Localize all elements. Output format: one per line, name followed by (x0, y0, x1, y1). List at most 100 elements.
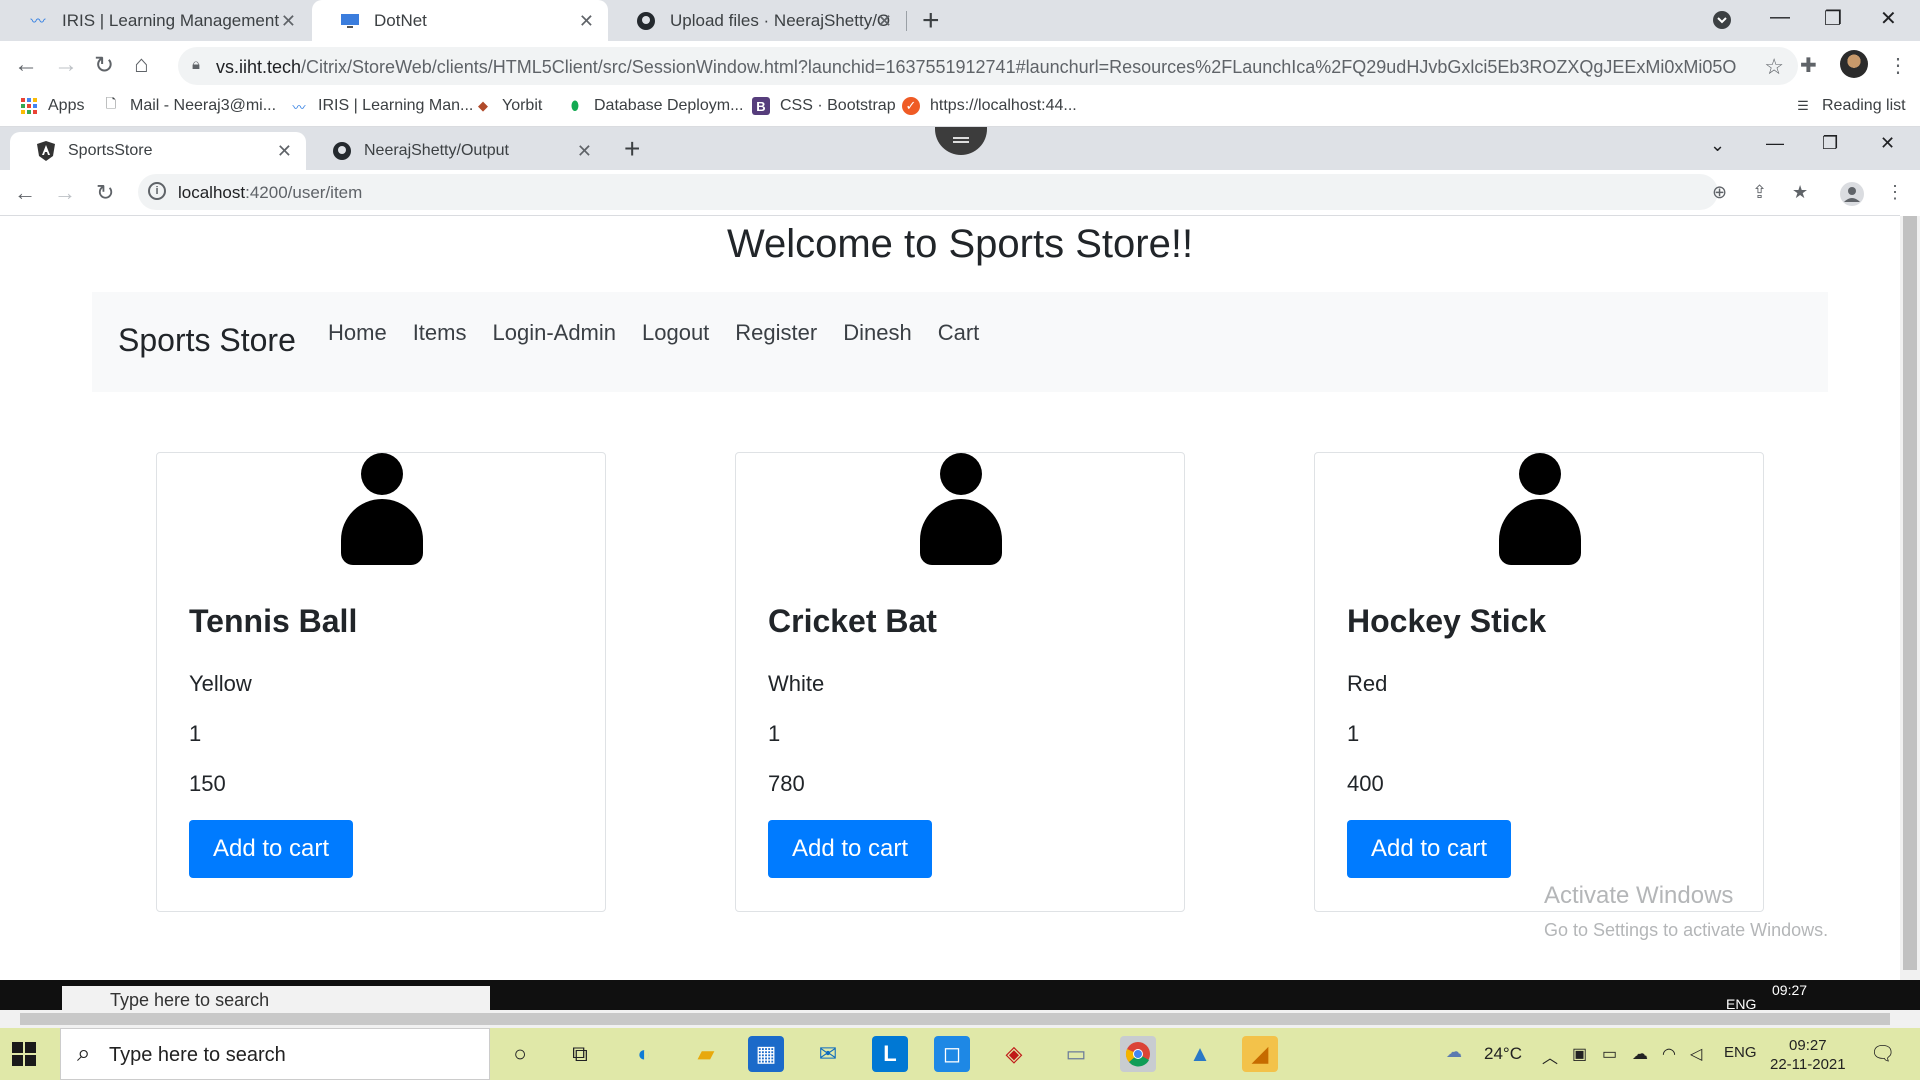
chevron-down-icon[interactable]: ⌄ (1710, 135, 1725, 156)
volume-icon[interactable]: ◁ (1690, 1044, 1702, 1064)
chevron-up-icon[interactable]: ︿ (1542, 1044, 1558, 1068)
network-icon[interactable]: ▣ (1572, 1044, 1587, 1064)
store-icon[interactable]: ▦ (748, 1036, 784, 1072)
outer-tab-dotnet[interactable]: DotNet ✕ (312, 0, 608, 41)
weather-temp[interactable]: 24°C (1484, 1044, 1522, 1064)
cortana-icon[interactable]: ○ (502, 1036, 538, 1072)
bookmark-mail[interactable]: 🗋 Mail - Neeraj3@mi... (102, 96, 276, 115)
inner-address-bar[interactable]: i localhost:4200/user/item (138, 174, 1718, 210)
bookmark-localhost[interactable]: ✓ https://localhost:44... (902, 97, 1077, 115)
forward-arrow-icon[interactable]: → (54, 180, 76, 206)
home-icon[interactable]: ⌂ (134, 51, 149, 79)
clock[interactable]: 09:27 22-11-2021 (1770, 1036, 1846, 1074)
outer-address-bar[interactable]: 🔒︎ vs.iiht.tech/Citrix/StoreWeb/clients/… (178, 47, 1798, 85)
remote-search-box[interactable]: Type here to search (62, 986, 490, 1010)
reload-icon[interactable]: ↻ (94, 51, 114, 80)
add-to-cart-button[interactable]: Add to cart (768, 820, 932, 878)
close-icon[interactable]: ✕ (577, 141, 592, 162)
citrix-workspace-icon[interactable]: ◢ (1242, 1036, 1278, 1072)
activate-windows-title: Activate Windows (1544, 882, 1734, 909)
bookmark-bootstrap[interactable]: B CSS · Bootstrap (752, 97, 896, 115)
share-icon[interactable]: ⇪ (1752, 182, 1767, 203)
bookmark-star-icon[interactable]: ★ (1792, 182, 1808, 203)
outer-tab-iris[interactable]: 〰 IRIS | Learning Management Syst ✕ (0, 0, 310, 41)
edge-icon[interactable]: ◐ (626, 1036, 662, 1072)
nav-login-admin[interactable]: Login-Admin (492, 320, 616, 346)
product-name: Cricket Bat (768, 603, 937, 639)
outer-tab-github[interactable]: Upload files · NeerajShetty/Outp ✕ (608, 0, 906, 41)
inner-url[interactable]: localhost:4200/user/item (178, 183, 362, 203)
new-tab-button[interactable]: + (922, 4, 940, 38)
taskbar-search[interactable]: ⌕ Type here to search (60, 1028, 490, 1080)
windows-start-icon[interactable] (12, 1042, 36, 1066)
remote-desktop-icon[interactable]: ▭ (1058, 1036, 1094, 1072)
minimize-icon[interactable]: — (1770, 6, 1790, 29)
photos-icon[interactable]: ▲ (1182, 1036, 1218, 1072)
nav-home[interactable]: Home (328, 320, 387, 346)
minimize-icon[interactable]: — (1766, 133, 1784, 154)
new-tab-button[interactable]: + (624, 133, 640, 165)
lync-icon[interactable]: L (872, 1036, 908, 1072)
chrome-icon[interactable] (1120, 1036, 1156, 1072)
close-window-icon[interactable]: ✕ (1880, 133, 1895, 154)
scroll-thumb[interactable] (20, 1013, 1890, 1025)
profile-icon[interactable] (1840, 182, 1864, 211)
menu-dots-icon[interactable]: ⋮ (1886, 182, 1904, 203)
bookmark-star-icon[interactable]: ☆ (1764, 54, 1784, 80)
reload-icon[interactable]: ↻ (96, 180, 114, 206)
product-price: 780 (768, 771, 805, 796)
extensions-icon[interactable]: ✚ (1800, 53, 1817, 78)
nav-cart[interactable]: Cart (938, 320, 980, 346)
tab-search-icon[interactable] (1712, 10, 1732, 36)
zoom-icon[interactable]: ⊕ (1712, 182, 1727, 203)
add-to-cart-button[interactable]: Add to cart (189, 820, 353, 878)
nav-user[interactable]: Dinesh (843, 320, 911, 346)
forward-arrow-icon[interactable]: → (54, 51, 78, 79)
close-window-icon[interactable]: ✕ (1880, 6, 1897, 31)
file-explorer-icon[interactable]: ▰ (688, 1036, 724, 1072)
nav-register[interactable]: Register (735, 320, 817, 346)
avatar[interactable] (1840, 50, 1868, 78)
close-icon[interactable]: ✕ (877, 11, 892, 32)
clock-time: 09:27 (1789, 1037, 1827, 1054)
menu-dots-icon[interactable]: ⋮ (1888, 53, 1908, 78)
battery-icon[interactable]: ▭ (1602, 1044, 1617, 1064)
outer-url[interactable]: vs.iiht.tech/Citrix/StoreWeb/clients/HTM… (216, 57, 1736, 78)
bookmark-database[interactable]: ⬮ Database Deploym... (566, 97, 744, 115)
onedrive-icon[interactable]: ☁ (1632, 1044, 1648, 1064)
mcafee-icon[interactable]: ◈ (996, 1036, 1032, 1072)
weather-icon[interactable]: ☁ (1446, 1042, 1462, 1062)
bootstrap-icon: B (752, 97, 770, 115)
bookmark-apps[interactable]: Apps (20, 97, 84, 115)
language-indicator[interactable]: ENG (1724, 1044, 1757, 1061)
vertical-scrollbar[interactable]: ▼ (1900, 216, 1920, 1000)
remote-language: ENG (1726, 996, 1757, 1010)
product-name: Tennis Ball (189, 603, 358, 639)
task-view-icon[interactable]: ⧉ (562, 1036, 598, 1072)
back-arrow-icon[interactable]: ← (14, 180, 36, 206)
close-icon[interactable]: ✕ (579, 11, 594, 32)
restore-icon[interactable]: ❐ (1824, 6, 1842, 31)
bookmark-yorbit[interactable]: ◆ Yorbit (474, 97, 542, 115)
back-arrow-icon[interactable]: ← (14, 51, 38, 79)
inner-tab-github[interactable]: NeerajShetty/Output ✕ (306, 132, 606, 170)
scroll-thumb[interactable] (1903, 216, 1917, 970)
mail-icon[interactable]: ✉ (810, 1036, 846, 1072)
nav-items[interactable]: Items (413, 320, 467, 346)
restore-icon[interactable]: ❐ (1822, 133, 1838, 154)
app-icon[interactable]: ◻ (934, 1036, 970, 1072)
info-icon[interactable]: i (148, 182, 166, 200)
reading-list[interactable]: ☰ Reading list (1794, 97, 1905, 115)
person-icon (920, 453, 1002, 565)
wifi-icon[interactable]: ◠ (1662, 1044, 1676, 1064)
close-icon[interactable]: ✕ (281, 11, 296, 32)
brand[interactable]: Sports Store (118, 322, 296, 359)
horizontal-scrollbar[interactable] (0, 1010, 1920, 1028)
inner-tab-sportsstore[interactable]: SportsStore ✕ (10, 132, 306, 170)
notification-icon[interactable]: 🗨︎ (1870, 1041, 1895, 1066)
add-to-cart-button[interactable]: Add to cart (1347, 820, 1511, 878)
bookmark-iris[interactable]: 〰 IRIS | Learning Man... (290, 97, 473, 115)
product-qty: 1 (189, 721, 202, 746)
nav-logout[interactable]: Logout (642, 320, 709, 346)
close-icon[interactable]: ✕ (277, 141, 292, 162)
